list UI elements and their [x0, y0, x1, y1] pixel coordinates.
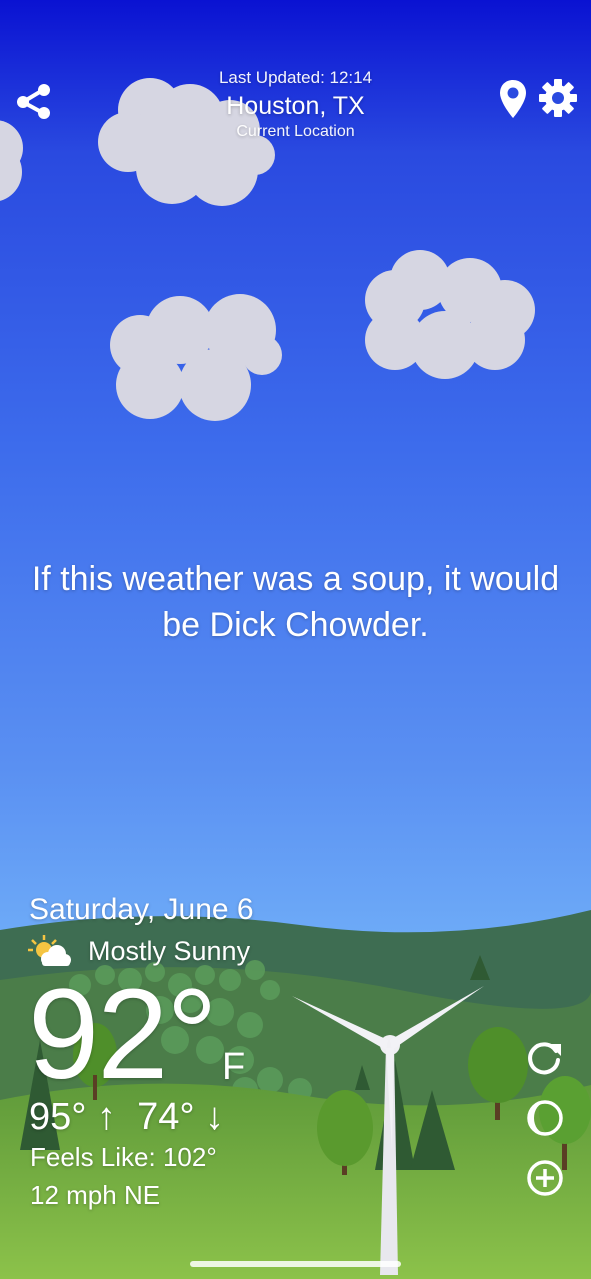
temperature-unit[interactable]: F	[222, 1046, 245, 1089]
condition-text: Mostly Sunny	[88, 935, 251, 966]
theme-button[interactable]	[524, 1097, 566, 1139]
refresh-button[interactable]	[524, 1037, 566, 1079]
location-subtitle: Current Location	[236, 123, 355, 140]
weather-quote: If this weather was a soup, it would be …	[31, 560, 560, 644]
cloud-middle-left	[110, 294, 282, 421]
moon-icon	[527, 1100, 563, 1136]
add-location-button[interactable]	[524, 1157, 566, 1199]
location-pin-icon	[500, 80, 526, 118]
settings-button[interactable]	[536, 76, 580, 120]
location-button[interactable]	[496, 78, 530, 120]
current-temperature: 92°	[28, 963, 218, 1106]
cloud-middle-right	[365, 250, 535, 379]
feels-like: Feels Like: 102°	[30, 1142, 217, 1172]
wind-speed: 12 mph NE	[30, 1180, 161, 1210]
plus-circle-icon	[527, 1160, 563, 1196]
high-low-temps: 95° ↑ 74° ↓	[29, 1096, 225, 1138]
refresh-icon	[528, 1042, 561, 1075]
forecast-date: Saturday, June 6	[29, 893, 254, 926]
home-indicator[interactable]	[190, 1261, 401, 1267]
gear-icon	[539, 79, 577, 117]
